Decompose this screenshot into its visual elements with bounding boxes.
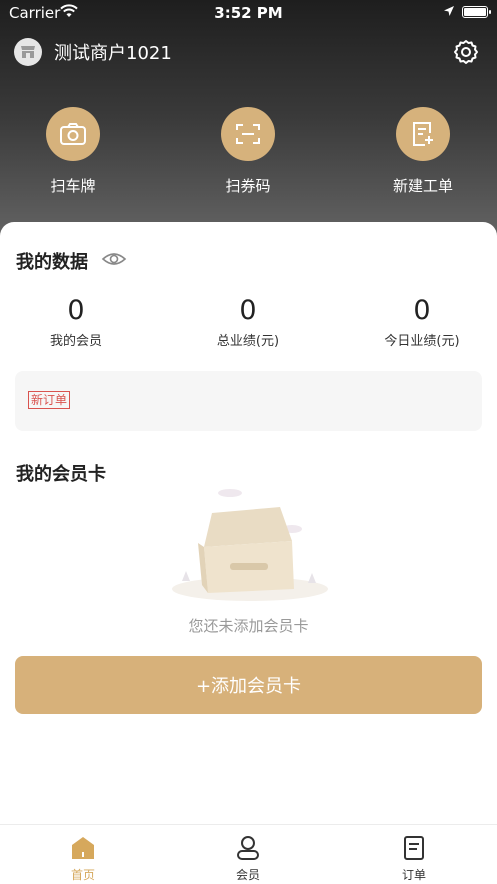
add-member-card-button[interactable]: +添加会员卡 bbox=[15, 656, 482, 714]
new-work-order-button[interactable]: 新建工单 bbox=[368, 107, 478, 196]
tab-home-label: 首页 bbox=[70, 868, 95, 882]
eye-icon[interactable] bbox=[101, 250, 127, 268]
my-data-title: 我的数据 bbox=[16, 252, 88, 273]
scan-coupon-button[interactable]: 扫券码 bbox=[193, 107, 303, 196]
scan-coupon-label: 扫券码 bbox=[225, 177, 271, 195]
settings-gear-icon[interactable] bbox=[452, 38, 480, 66]
tab-home[interactable]: 首页 bbox=[33, 835, 133, 883]
tab-bar: 首页 会员 订单 bbox=[0, 824, 497, 884]
home-icon bbox=[72, 837, 94, 859]
tab-member[interactable]: 会员 bbox=[198, 835, 298, 883]
status-bar: Carrier 3:52 PM bbox=[0, 0, 497, 26]
scan-plate-label: 扫车牌 bbox=[50, 177, 96, 195]
new-order-panel[interactable]: 新订单 bbox=[15, 371, 482, 431]
merchant-header[interactable]: 测试商户1021 bbox=[14, 37, 172, 67]
scan-plate-button[interactable]: 扫车牌 bbox=[18, 107, 128, 196]
stat-value: 0 bbox=[67, 295, 85, 326]
stat-label: 我的会员 bbox=[49, 334, 102, 349]
battery-icon bbox=[462, 6, 491, 18]
status-time: 3:52 PM bbox=[214, 4, 283, 22]
tab-order-label: 订单 bbox=[401, 868, 426, 882]
new-order-icon bbox=[396, 107, 450, 161]
empty-box-illustration bbox=[172, 489, 328, 601]
tab-order[interactable]: 订单 bbox=[364, 835, 464, 883]
order-icon bbox=[404, 836, 424, 860]
stat-value: 0 bbox=[239, 295, 257, 326]
stat-my-members[interactable]: 0 我的会员 bbox=[6, 295, 146, 349]
new-work-order-label: 新建工单 bbox=[392, 177, 453, 195]
member-cards-title: 我的会员卡 bbox=[16, 464, 106, 485]
new-order-tag: 新订单 bbox=[28, 391, 71, 409]
tab-member-label: 会员 bbox=[235, 868, 260, 882]
store-avatar-icon bbox=[14, 38, 42, 66]
stat-total-performance[interactable]: 0 总业绩(元) bbox=[178, 295, 318, 349]
member-icon bbox=[237, 836, 259, 860]
camera-icon bbox=[46, 107, 100, 161]
stat-today-performance[interactable]: 0 今日业绩(元) bbox=[352, 295, 492, 349]
stat-label: 总业绩(元) bbox=[216, 334, 280, 349]
stat-value: 0 bbox=[413, 295, 431, 326]
merchant-name: 测试商户1021 bbox=[54, 43, 172, 64]
location-icon bbox=[444, 6, 454, 16]
scan-icon bbox=[221, 107, 275, 161]
empty-cards-text: 您还未添加会员卡 bbox=[188, 617, 309, 635]
stat-label: 今日业绩(元) bbox=[384, 334, 460, 349]
